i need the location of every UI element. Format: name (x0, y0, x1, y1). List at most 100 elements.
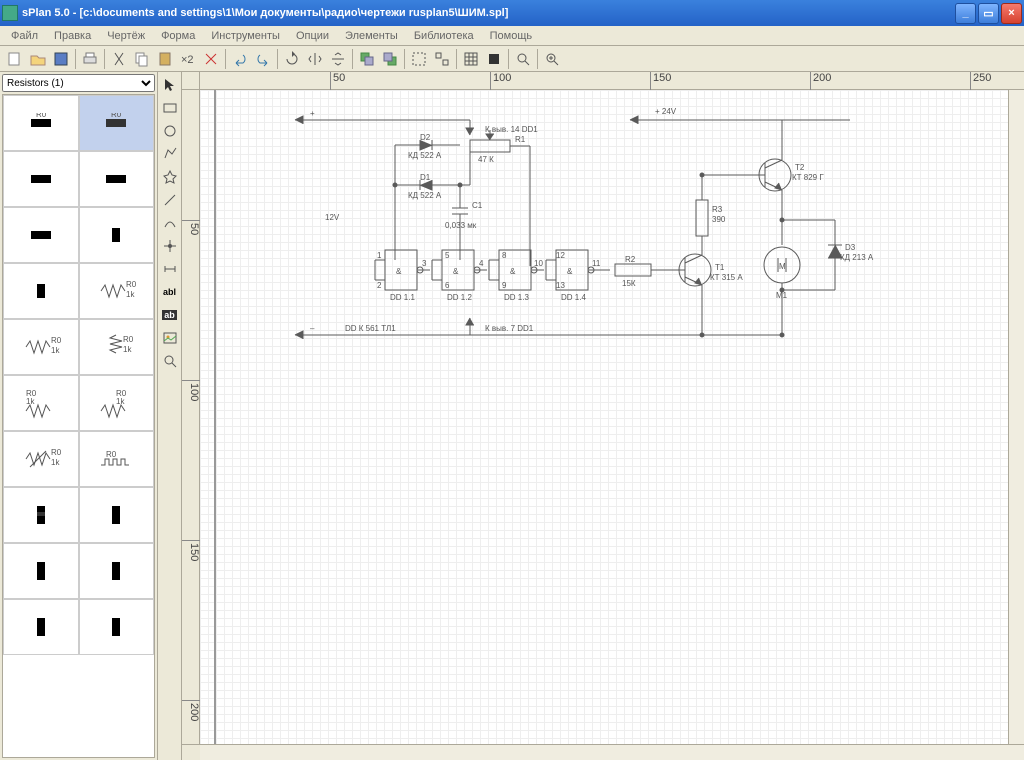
lib-item[interactable] (79, 599, 155, 655)
mirror-v-button[interactable] (327, 48, 349, 70)
menu-file[interactable]: Файл (4, 28, 45, 44)
svg-text:КД 522 А: КД 522 А (408, 151, 442, 160)
app-icon (2, 5, 18, 21)
svg-text:–: – (310, 324, 315, 333)
lib-item[interactable] (79, 151, 155, 207)
copy-button[interactable] (131, 48, 153, 70)
svg-text:×2: ×2 (181, 54, 194, 66)
lib-item[interactable] (3, 263, 79, 319)
svg-text:D1: D1 (420, 173, 431, 182)
svg-text:+: + (310, 109, 315, 118)
special-tool[interactable] (159, 166, 181, 188)
svg-text:R0: R0 (51, 448, 62, 457)
svg-text:1k: 1k (123, 345, 132, 354)
bezier-tool[interactable] (159, 212, 181, 234)
lib-item[interactable]: R0 (3, 95, 79, 151)
titlebar: sPlan 5.0 - [c:\documents and settings\1… (0, 0, 1024, 26)
textblock-tool[interactable]: ab (159, 304, 181, 326)
lib-item[interactable]: R01k (79, 319, 155, 375)
print-button[interactable] (79, 48, 101, 70)
svg-text:КТ 829 Г: КТ 829 Г (792, 173, 824, 182)
svg-text:&: & (510, 267, 516, 276)
svg-text:T2: T2 (795, 163, 805, 172)
line-tool[interactable] (159, 189, 181, 211)
lib-item[interactable]: R01k (79, 375, 155, 431)
minimize-button[interactable]: _ (955, 3, 976, 24)
menu-elements[interactable]: Элементы (338, 28, 405, 44)
canvas[interactable]: + К выв. 14 DD1 D2 КД 522 А (200, 90, 1008, 744)
new-button[interactable] (4, 48, 26, 70)
delete-button[interactable] (200, 48, 222, 70)
svg-text:3: 3 (422, 259, 427, 268)
grid-button[interactable] (460, 48, 482, 70)
junction-tool[interactable] (159, 235, 181, 257)
snap-button[interactable] (483, 48, 505, 70)
circle-tool[interactable] (159, 120, 181, 142)
back-button[interactable] (379, 48, 401, 70)
menu-edit[interactable]: Правка (47, 28, 98, 44)
menu-options[interactable]: Опции (289, 28, 336, 44)
zoom-button[interactable] (541, 48, 563, 70)
menu-form[interactable]: Форма (154, 28, 202, 44)
redo-button[interactable] (252, 48, 274, 70)
svg-text:R0: R0 (106, 450, 117, 459)
svg-text:К выв. 14 DD1: К выв. 14 DD1 (485, 125, 538, 134)
lib-item[interactable] (79, 207, 155, 263)
horizontal-scrollbar[interactable] (182, 744, 1024, 760)
svg-text:R0: R0 (51, 336, 62, 345)
svg-text:DD К 561 ТЛ1: DD К 561 ТЛ1 (345, 324, 396, 333)
maximize-button[interactable]: ▭ (978, 3, 999, 24)
close-button[interactable]: × (1001, 3, 1022, 24)
library-select[interactable]: Resistors (1) (2, 74, 155, 92)
svg-text:КД 213 А: КД 213 А (840, 253, 874, 262)
group-button[interactable] (408, 48, 430, 70)
lib-item[interactable]: R0 (79, 95, 155, 151)
lib-item[interactable] (3, 207, 79, 263)
pointer-tool[interactable] (159, 74, 181, 96)
svg-text:&: & (396, 267, 402, 276)
svg-text:КТ 315 А: КТ 315 А (710, 273, 743, 282)
duplicate-button[interactable]: ×2 (177, 48, 199, 70)
lib-item[interactable] (3, 599, 79, 655)
library-grid[interactable]: R0R0 R01k R01kR01k R01kR01k R01kR0 (2, 94, 155, 758)
lib-item[interactable]: R0 (79, 431, 155, 487)
lib-item[interactable] (3, 487, 79, 543)
menubar: Файл Правка Чертёж Форма Инструменты Опц… (0, 26, 1024, 46)
lib-item[interactable]: R01k (3, 431, 79, 487)
svg-text:47 К: 47 К (478, 155, 494, 164)
search-button[interactable] (512, 48, 534, 70)
lib-item[interactable] (3, 543, 79, 599)
menu-help[interactable]: Помощь (483, 28, 540, 44)
menu-drawing[interactable]: Чертёж (100, 28, 152, 44)
text-tool[interactable]: abl (159, 281, 181, 303)
measure-tool[interactable] (159, 350, 181, 372)
open-button[interactable] (27, 48, 49, 70)
toolbar: ×2 (0, 46, 1024, 72)
svg-text:R1: R1 (515, 135, 526, 144)
image-tool[interactable] (159, 327, 181, 349)
svg-text:DD 1.4: DD 1.4 (561, 293, 586, 302)
lib-item[interactable]: R01k (79, 263, 155, 319)
lib-item[interactable]: R01k (3, 375, 79, 431)
lib-item[interactable] (79, 487, 155, 543)
paste-button[interactable] (154, 48, 176, 70)
rect-tool[interactable] (159, 97, 181, 119)
dimension-tool[interactable] (159, 258, 181, 280)
poly-tool[interactable] (159, 143, 181, 165)
undo-button[interactable] (229, 48, 251, 70)
front-button[interactable] (356, 48, 378, 70)
svg-text:К выв. 7 DD1: К выв. 7 DD1 (485, 324, 534, 333)
rotate-button[interactable] (281, 48, 303, 70)
ungroup-button[interactable] (431, 48, 453, 70)
lib-item[interactable]: R01k (3, 319, 79, 375)
lib-item[interactable] (3, 151, 79, 207)
mirror-h-button[interactable] (304, 48, 326, 70)
cut-button[interactable] (108, 48, 130, 70)
library-sidebar: Resistors (1) R0R0 R01k R01kR01k R01kR01… (0, 72, 158, 760)
svg-text:1k: 1k (126, 290, 135, 299)
vertical-scrollbar[interactable] (1008, 90, 1024, 744)
menu-library[interactable]: Библиотека (407, 28, 481, 44)
lib-item[interactable] (79, 543, 155, 599)
save-button[interactable] (50, 48, 72, 70)
menu-tools[interactable]: Инструменты (204, 28, 287, 44)
